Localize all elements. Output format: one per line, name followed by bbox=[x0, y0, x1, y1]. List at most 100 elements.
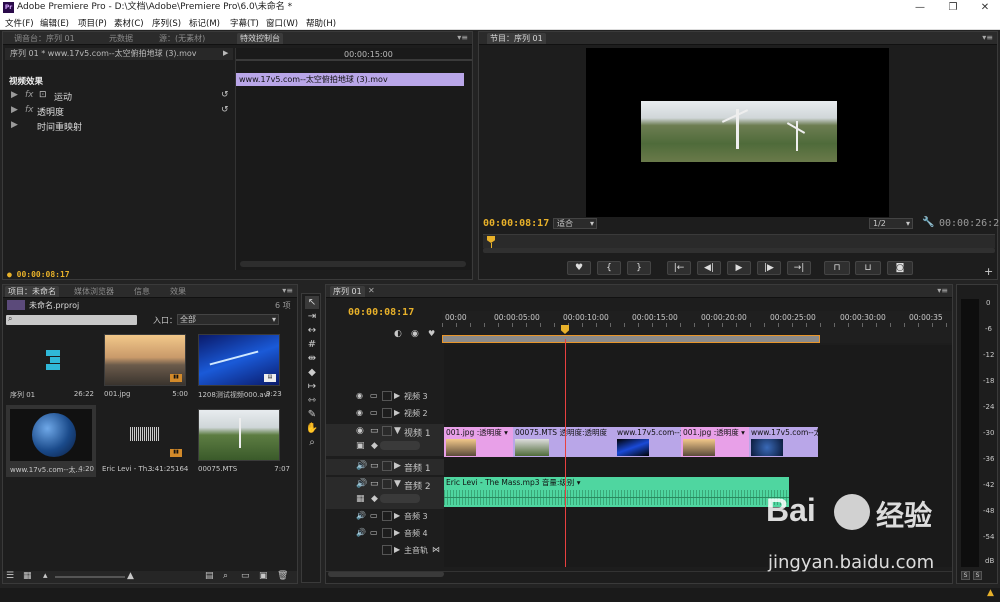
lock-toggle[interactable] bbox=[382, 426, 392, 436]
expand-arrow-icon[interactable]: ▶ bbox=[394, 408, 400, 417]
lock-toggle[interactable] bbox=[382, 545, 392, 555]
go-to-out-button[interactable]: →| bbox=[787, 261, 811, 275]
lock-toggle[interactable] bbox=[382, 461, 392, 471]
time-ruler[interactable]: 00:00 00:00:05:00 00:00:10:00 00:00:15:0… bbox=[442, 311, 952, 343]
speaker-icon[interactable]: 🔊 bbox=[356, 479, 367, 489]
video-clip[interactable]: 001.jpg :透明度 ▾ bbox=[444, 427, 513, 457]
audio-clip[interactable]: Eric Levi - The Mass.mp3 音量:级别 ▾ bbox=[444, 477, 789, 507]
lock-toggle[interactable] bbox=[382, 391, 392, 401]
zoom-in-icon[interactable]: ▲ bbox=[127, 571, 134, 581]
expand-arrow-icon[interactable]: ▶ bbox=[394, 461, 401, 471]
film-icon[interactable]: ▭ bbox=[370, 461, 379, 471]
tab-program[interactable]: 节目：序列 01 bbox=[487, 33, 546, 44]
lift-button[interactable]: ⊓ bbox=[824, 261, 850, 275]
keyframe-icon[interactable]: ◆ bbox=[371, 494, 378, 504]
track-select-tool-icon[interactable]: ⇥ bbox=[305, 310, 319, 323]
film-icon[interactable]: ▭ bbox=[370, 528, 378, 537]
expand-arrow-icon[interactable]: ▶ bbox=[11, 120, 18, 130]
video-clip[interactable]: 00075.MTS 透明度:透明度 bbox=[513, 427, 615, 457]
master-link-icon[interactable]: ⋈ bbox=[432, 545, 440, 554]
video-clip[interactable]: 001.jpg :透明度 ▾ bbox=[681, 427, 749, 457]
project-item[interactable]: ▮▮ 001.jpg 5:00 bbox=[100, 330, 190, 402]
panel-menu-icon[interactable]: ▾≡ bbox=[937, 286, 948, 295]
tab-source[interactable]: 源：(无素材) bbox=[156, 33, 208, 44]
close-icon[interactable]: ✕ bbox=[970, 0, 1000, 15]
slide-tool-icon[interactable]: ⇿ bbox=[305, 394, 319, 407]
effect-scrollbar[interactable] bbox=[240, 261, 466, 267]
go-to-in-button[interactable]: |← bbox=[667, 261, 691, 275]
eye-icon[interactable]: ◉ bbox=[356, 408, 363, 417]
reset-icon[interactable]: ↺ bbox=[221, 105, 229, 115]
effect-clip-bar[interactable]: www.17v5.com--太空俯拍地球 (3).mov bbox=[236, 73, 464, 86]
film-icon[interactable]: ▭ bbox=[370, 479, 379, 489]
extract-button[interactable]: ⊔ bbox=[855, 261, 881, 275]
lock-toggle[interactable] bbox=[382, 408, 392, 418]
find-icon[interactable]: ⌕ bbox=[223, 571, 228, 581]
mark-in-button[interactable]: { bbox=[597, 261, 621, 275]
add-marker-icon[interactable]: ♥ bbox=[428, 329, 435, 338]
menu-title[interactable]: 字幕(T) bbox=[230, 17, 259, 29]
tab-effects[interactable]: 效果 bbox=[167, 286, 189, 297]
effect-row-motion[interactable]: ▶ fx ⊡ 运动 ↺ bbox=[9, 90, 233, 103]
expand-arrow-icon[interactable]: ▶ bbox=[394, 528, 400, 537]
warning-icon[interactable]: ▲ bbox=[987, 588, 994, 598]
video-clip[interactable]: www.17v5.com--太 bbox=[615, 427, 681, 457]
keyframe-nav[interactable] bbox=[380, 441, 420, 450]
lock-toggle[interactable] bbox=[382, 479, 392, 489]
display-style-icon[interactable]: ▣ bbox=[356, 441, 365, 451]
tab-audio-mixer[interactable]: 调音台：序列 01 bbox=[11, 33, 78, 44]
fx-badge-icon[interactable]: fx bbox=[25, 105, 34, 115]
effect-row-time-remap[interactable]: ▶ 时间重映射 bbox=[9, 120, 233, 133]
hand-tool-icon[interactable]: ✋ bbox=[305, 422, 319, 435]
volume-line[interactable] bbox=[444, 497, 789, 498]
pen-tool-icon[interactable]: ✎ bbox=[305, 408, 319, 421]
expand-arrow-icon[interactable]: ▶ bbox=[11, 90, 18, 100]
new-item-icon[interactable]: ▣ bbox=[259, 571, 268, 581]
zoom-out-icon[interactable]: ▴ bbox=[43, 571, 48, 581]
zoom-slider[interactable] bbox=[55, 576, 125, 578]
entry-dropdown[interactable]: 全部 ▾ bbox=[177, 314, 279, 325]
tab-metadata[interactable]: 元数据 bbox=[106, 33, 136, 44]
fit-dropdown[interactable]: 适合 ▾ bbox=[553, 218, 597, 229]
speaker-icon[interactable]: 🔊 bbox=[356, 461, 367, 471]
eye-icon[interactable]: ◉ bbox=[356, 426, 364, 436]
resolution-dropdown[interactable]: 1/2 ▾ bbox=[869, 218, 913, 229]
trash-icon[interactable]: 🗑 bbox=[277, 571, 288, 581]
menu-marker[interactable]: 标记(M) bbox=[189, 17, 220, 29]
menu-sequence[interactable]: 序列(S) bbox=[152, 17, 181, 29]
lock-toggle[interactable] bbox=[382, 511, 392, 521]
panel-menu-icon[interactable]: ▾≡ bbox=[982, 33, 993, 42]
expand-arrow-icon[interactable]: ▼ bbox=[394, 426, 401, 436]
panel-menu-icon[interactable]: ▾≡ bbox=[457, 33, 468, 42]
tab-effect-controls[interactable]: 特效控制台 bbox=[237, 33, 283, 44]
program-scrubber[interactable] bbox=[483, 234, 995, 249]
lock-toggle[interactable] bbox=[382, 528, 392, 538]
menu-file[interactable]: 文件(F) bbox=[5, 17, 34, 29]
snap-icon[interactable]: ◐ bbox=[394, 329, 402, 339]
menu-project[interactable]: 项目(P) bbox=[78, 17, 107, 29]
expand-arrow-icon[interactable]: ▼ bbox=[394, 479, 401, 489]
keyframe-icon[interactable]: ◆ bbox=[371, 441, 378, 451]
display-style-icon[interactable]: ▦ bbox=[356, 494, 365, 504]
mark-out-button[interactable]: } bbox=[627, 261, 651, 275]
tab-info[interactable]: 信息 bbox=[131, 286, 153, 297]
project-item[interactable]: ▤ 1208测试视频000.avi 9:23 bbox=[194, 330, 294, 402]
razor-tool-icon[interactable]: ◆ bbox=[305, 366, 319, 379]
reset-icon[interactable]: ↺ bbox=[221, 90, 229, 100]
selection-tool-icon[interactable]: ↖ bbox=[305, 296, 319, 309]
bin-icon[interactable]: ▤ bbox=[205, 571, 214, 581]
project-search-input[interactable]: ⌕ bbox=[6, 314, 137, 325]
film-icon[interactable]: ▭ bbox=[370, 408, 378, 417]
film-icon[interactable]: ▭ bbox=[370, 511, 378, 520]
menu-clip[interactable]: 素材(C) bbox=[114, 17, 144, 29]
work-area-bar[interactable] bbox=[442, 335, 820, 343]
menu-window[interactable]: 窗口(W) bbox=[266, 17, 298, 29]
video-clip[interactable]: www.17v5.com--太 bbox=[749, 427, 818, 457]
panel-menu-icon[interactable]: ▾≡ bbox=[282, 286, 293, 295]
rate-stretch-tool-icon[interactable]: ⇹ bbox=[305, 352, 319, 365]
minimize-icon[interactable]: — bbox=[905, 0, 935, 15]
effect-row-opacity[interactable]: ▶ fx 透明度 ↺ bbox=[9, 105, 233, 118]
menu-help[interactable]: 帮助(H) bbox=[306, 17, 336, 29]
solo-right-button[interactable]: S bbox=[973, 571, 982, 580]
zoom-scrollbar[interactable] bbox=[483, 248, 995, 253]
